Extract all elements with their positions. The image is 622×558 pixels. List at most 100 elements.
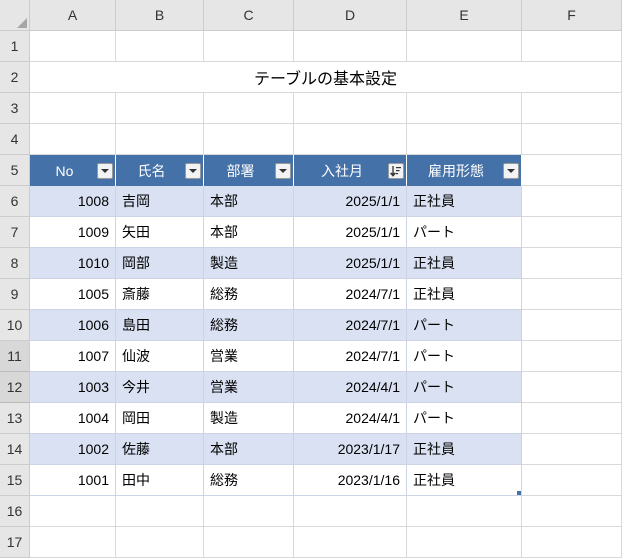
- table-cell[interactable]: 営業: [204, 372, 294, 403]
- row-header-10[interactable]: 10: [0, 310, 30, 341]
- row-header-9[interactable]: 9: [0, 279, 30, 310]
- table-cell[interactable]: 岡田: [116, 403, 204, 434]
- cell-A4[interactable]: [30, 124, 116, 155]
- cell-E4[interactable]: [407, 124, 522, 155]
- table-cell[interactable]: 1007: [30, 341, 116, 372]
- cell-F13[interactable]: [522, 403, 622, 434]
- table-cell[interactable]: 正社員: [407, 279, 522, 310]
- row-header-4[interactable]: 4: [0, 124, 30, 155]
- cell-A3[interactable]: [30, 93, 116, 124]
- column-header-A[interactable]: A: [30, 0, 116, 31]
- table-cell[interactable]: パート: [407, 403, 522, 434]
- table-header-0[interactable]: No: [30, 155, 116, 186]
- table-cell[interactable]: 田中: [116, 465, 204, 496]
- cell-B4[interactable]: [116, 124, 204, 155]
- cell-C4[interactable]: [204, 124, 294, 155]
- table-cell[interactable]: 1003: [30, 372, 116, 403]
- table-cell[interactable]: 総務: [204, 310, 294, 341]
- table-cell[interactable]: 今井: [116, 372, 204, 403]
- table-cell[interactable]: 1001: [30, 465, 116, 496]
- cell-E17[interactable]: [407, 527, 522, 558]
- table-cell[interactable]: 正社員: [407, 248, 522, 279]
- table-cell[interactable]: 総務: [204, 465, 294, 496]
- column-header-C[interactable]: C: [204, 0, 294, 31]
- cell-F10[interactable]: [522, 310, 622, 341]
- cell-F17[interactable]: [522, 527, 622, 558]
- cell-F1[interactable]: [522, 31, 622, 62]
- table-cell[interactable]: パート: [407, 217, 522, 248]
- cell-E3[interactable]: [407, 93, 522, 124]
- table-cell[interactable]: 2024/7/1: [294, 341, 407, 372]
- table-cell[interactable]: 本部: [204, 186, 294, 217]
- cell-A16[interactable]: [30, 496, 116, 527]
- table-cell[interactable]: 2023/1/16: [294, 465, 407, 496]
- table-header-1[interactable]: 氏名: [116, 155, 204, 186]
- filter-icon[interactable]: [185, 163, 201, 179]
- cell-C16[interactable]: [204, 496, 294, 527]
- table-cell[interactable]: 佐藤: [116, 434, 204, 465]
- table-cell[interactable]: 仙波: [116, 341, 204, 372]
- table-cell[interactable]: パート: [407, 372, 522, 403]
- cell-C17[interactable]: [204, 527, 294, 558]
- cell-B1[interactable]: [116, 31, 204, 62]
- table-cell[interactable]: 1006: [30, 310, 116, 341]
- column-header-B[interactable]: B: [116, 0, 204, 31]
- table-cell[interactable]: 本部: [204, 434, 294, 465]
- filter-icon[interactable]: [97, 163, 113, 179]
- select-all-corner[interactable]: [0, 0, 30, 31]
- table-cell[interactable]: 2025/1/1: [294, 217, 407, 248]
- cell-B17[interactable]: [116, 527, 204, 558]
- cell-F7[interactable]: [522, 217, 622, 248]
- table-cell[interactable]: 1008: [30, 186, 116, 217]
- table-cell[interactable]: 2025/1/1: [294, 186, 407, 217]
- cell-B16[interactable]: [116, 496, 204, 527]
- table-cell[interactable]: 2023/1/17: [294, 434, 407, 465]
- row-header-12[interactable]: 12: [0, 372, 30, 403]
- table-cell[interactable]: 1005: [30, 279, 116, 310]
- table-cell[interactable]: 2024/7/1: [294, 310, 407, 341]
- column-header-E[interactable]: E: [407, 0, 522, 31]
- table-cell[interactable]: 2025/1/1: [294, 248, 407, 279]
- cell-D16[interactable]: [294, 496, 407, 527]
- row-header-7[interactable]: 7: [0, 217, 30, 248]
- filter-icon[interactable]: [275, 163, 291, 179]
- row-header-11[interactable]: 11: [0, 341, 30, 372]
- table-cell[interactable]: 1009: [30, 217, 116, 248]
- row-header-13[interactable]: 13: [0, 403, 30, 434]
- table-cell[interactable]: 2024/7/1: [294, 279, 407, 310]
- table-cell[interactable]: 2024/4/1: [294, 403, 407, 434]
- table-cell[interactable]: パート: [407, 310, 522, 341]
- row-header-2[interactable]: 2: [0, 62, 30, 93]
- table-cell[interactable]: 正社員: [407, 465, 522, 496]
- cell-F8[interactable]: [522, 248, 622, 279]
- row-header-5[interactable]: 5: [0, 155, 30, 186]
- row-header-15[interactable]: 15: [0, 465, 30, 496]
- table-header-4[interactable]: 雇用形態: [407, 155, 522, 186]
- table-cell[interactable]: 1004: [30, 403, 116, 434]
- table-cell[interactable]: 斎藤: [116, 279, 204, 310]
- cell-C3[interactable]: [204, 93, 294, 124]
- row-header-6[interactable]: 6: [0, 186, 30, 217]
- table-cell[interactable]: 営業: [204, 341, 294, 372]
- cell-A17[interactable]: [30, 527, 116, 558]
- row-header-17[interactable]: 17: [0, 527, 30, 558]
- cell-D17[interactable]: [294, 527, 407, 558]
- row-header-1[interactable]: 1: [0, 31, 30, 62]
- row-header-16[interactable]: 16: [0, 496, 30, 527]
- table-cell[interactable]: 正社員: [407, 434, 522, 465]
- row-header-3[interactable]: 3: [0, 93, 30, 124]
- cell-C1[interactable]: [204, 31, 294, 62]
- column-header-D[interactable]: D: [294, 0, 407, 31]
- cell-A1[interactable]: [30, 31, 116, 62]
- table-cell[interactable]: 製造: [204, 403, 294, 434]
- table-cell[interactable]: 総務: [204, 279, 294, 310]
- table-header-2[interactable]: 部署: [204, 155, 294, 186]
- table-cell[interactable]: 岡部: [116, 248, 204, 279]
- table-header-3[interactable]: 入社月: [294, 155, 407, 186]
- cell-F16[interactable]: [522, 496, 622, 527]
- cell-F5[interactable]: [522, 155, 622, 186]
- table-cell[interactable]: 1002: [30, 434, 116, 465]
- cell-F9[interactable]: [522, 279, 622, 310]
- table-cell[interactable]: 製造: [204, 248, 294, 279]
- cell-D1[interactable]: [294, 31, 407, 62]
